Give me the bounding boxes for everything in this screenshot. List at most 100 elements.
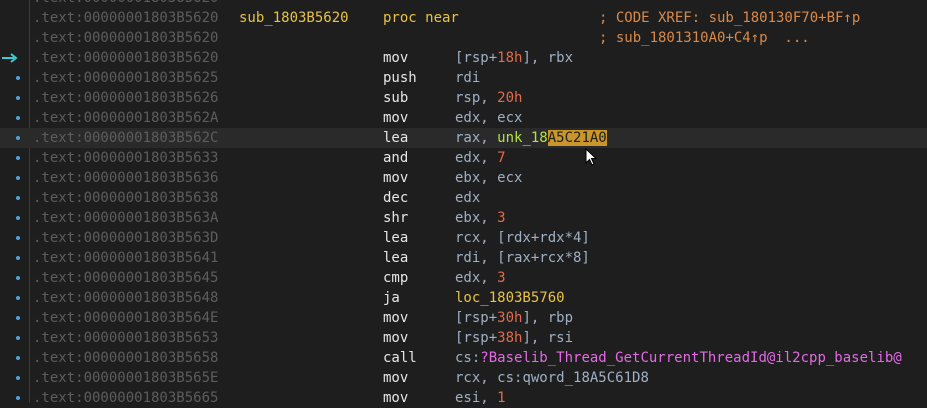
instruction-mnemonic: ja <box>383 290 400 306</box>
mouse-cursor-icon <box>585 148 598 166</box>
instruction-operands[interactable]: [rsp+18h], rbx <box>455 48 573 68</box>
operand-token: rax, <box>455 130 498 146</box>
instruction-operands[interactable]: rsp, 20h <box>455 88 522 108</box>
listing-row[interactable]: .text:00000001803B5658 call cs:?Baselib_Th… <box>0 348 927 368</box>
instruction-operands[interactable]: esi, 1 <box>455 388 506 408</box>
operand-token: 1 <box>497 390 506 406</box>
instruction-mnemonic: mov <box>383 390 409 406</box>
breakpoint-dot-icon[interactable] <box>16 256 20 260</box>
listing-row[interactable]: .text:00000001803B563D lea rcx, [rdx+rdx*4… <box>0 228 927 248</box>
operand-token[interactable]: ?Baselib_Thread_GetCurrentThreadId@il2cp… <box>480 350 901 366</box>
listing-row[interactable]: .text:00000001803B5620 sub_1803B5620 proc … <box>0 8 927 28</box>
breakpoint-dot-icon[interactable] <box>16 316 20 320</box>
listing-row[interactable]: .text:00000001803B5626 sub rsp, 20h <box>0 88 927 108</box>
instruction-mnemonic: lea <box>383 230 409 246</box>
row-address: .text:00000001803B5665 <box>33 390 219 406</box>
instruction-operands[interactable]: loc_1803B5760 <box>455 288 565 308</box>
listing-row[interactable]: .text:00000001803B5638 dec edx <box>0 188 927 208</box>
instruction-operands[interactable]: edx <box>455 188 480 208</box>
breakpoint-dot-icon[interactable] <box>16 156 20 160</box>
instruction-operands[interactable]: ebx, 3 <box>455 208 506 228</box>
instruction-operands[interactable]: rcx, cs:qword_18A5C61D8 <box>455 368 649 388</box>
operand-token[interactable]: A5C21A0 <box>547 130 607 146</box>
operand-token: rdi <box>455 70 481 86</box>
instruction-operands[interactable]: rdi <box>455 68 480 88</box>
row-address: .text:00000001803B563D <box>33 230 219 246</box>
row-address: .text:00000001803B5625 <box>33 70 219 86</box>
breakpoint-dot-icon[interactable] <box>16 376 20 380</box>
listing-row[interactable]: .text:00000001803B5641 lea rdi, [rax+rcx*8… <box>0 248 927 268</box>
row-address: .text:00000001803B5648 <box>33 290 219 306</box>
listing-row[interactable]: .text:00000001803B5636 mov ebx, ecx <box>0 168 927 188</box>
instruction-operands[interactable]: [rsp+38h], rsi <box>455 328 573 348</box>
listing-row[interactable]: .text:00000001803B5620 ; sub_1801310A0+C4… <box>0 28 927 48</box>
breakpoint-dot-icon[interactable] <box>16 96 20 100</box>
row-address: .text:00000001803B562A <box>33 110 219 126</box>
instruction-operands[interactable]: [rsp+30h], rbp <box>455 308 573 328</box>
operand-token: edx, <box>455 270 498 286</box>
instruction-mnemonic: call <box>383 350 417 366</box>
listing-row[interactable]: .text:00000001803B562C lea rax, unk_18A5C2… <box>0 128 927 148</box>
row-address: .text:00000001803B5620 <box>33 30 219 46</box>
instruction-mnemonic: mov <box>383 310 409 326</box>
breakpoint-dot-icon[interactable] <box>16 276 20 280</box>
instruction-mnemonic: and <box>383 150 409 166</box>
instruction-mnemonic: mov <box>383 50 409 66</box>
breakpoint-dot-icon[interactable] <box>16 116 20 120</box>
breakpoint-dot-icon[interactable] <box>16 196 20 200</box>
operand-token: 18h <box>497 50 523 66</box>
listing-row[interactable]: .text:00000001803B565E mov rcx, cs:qword_1… <box>0 368 927 388</box>
instruction-operands[interactable]: rax, unk_18A5C21A0 <box>455 128 607 148</box>
instruction-operands[interactable]: cs:?Baselib_Thread_GetCurrentThreadId@il… <box>455 348 902 368</box>
instruction-mnemonic: mov <box>383 330 409 346</box>
breakpoint-dot-icon[interactable] <box>16 216 20 220</box>
operand-token: rdi, [rax+rcx*8] <box>455 250 590 266</box>
row-address: .text:00000001803B5626 <box>33 90 219 106</box>
breakpoint-dot-icon[interactable] <box>16 76 20 80</box>
listing-row[interactable]: .text:0000000180385620 <box>0 0 927 8</box>
instruction-operands[interactable]: ebx, ecx <box>455 168 522 188</box>
listing-row[interactable]: .text:00000001803B5620 mov [rsp+18h], rbx <box>0 48 927 68</box>
instruction-operands[interactable]: edx, 7 <box>455 148 506 168</box>
listing-row[interactable]: .text:00000001803B5665 mov esi, 1 <box>0 388 927 408</box>
instruction-mnemonic: push <box>383 70 417 86</box>
instruction-operands[interactable]: edx, ecx <box>455 108 522 128</box>
listing-row[interactable]: .text:00000001803B5653 mov [rsp+38h], rsi <box>0 328 927 348</box>
instruction-mnemonic: mov <box>383 170 409 186</box>
listing-row[interactable]: .text:00000001803B562A mov edx, ecx <box>0 108 927 128</box>
operand-token: 20h <box>497 90 523 106</box>
instruction-mnemonic: cmp <box>383 270 409 286</box>
operand-token: ], rsi <box>522 330 574 346</box>
listing-row[interactable]: .text:00000001803B5625 push rdi <box>0 68 927 88</box>
breakpoint-dot-icon[interactable] <box>16 136 20 140</box>
listing-row[interactable]: .text:00000001803B5645 cmp edx, 3 <box>0 268 927 288</box>
operand-token[interactable]: unk_18 <box>497 130 548 146</box>
instruction-operands[interactable]: rcx, [rdx+rdx*4] <box>455 228 590 248</box>
operand-token: ], rbp <box>522 310 574 326</box>
instruction-operands[interactable]: edx, 3 <box>455 268 506 288</box>
listing-row[interactable]: .text:00000001803B5633 and edx, 7 <box>0 148 927 168</box>
operand-token: [rsp+ <box>455 50 498 66</box>
disassembly-listing[interactable]: .text:0000000180385620.text:00000001803B… <box>0 0 927 408</box>
instruction-operands[interactable]: rdi, [rax+rcx*8] <box>455 248 590 268</box>
breakpoint-dot-icon[interactable] <box>16 236 20 240</box>
operand-token: ], <box>522 50 548 66</box>
instruction-mnemonic: proc near <box>383 10 459 26</box>
operand-token: [rsp+ <box>455 330 498 346</box>
operand-token: rcx, [rdx+rdx*4] <box>455 230 590 246</box>
listing-row[interactable]: .text:00000001803B5648 ja loc_1803B5760 <box>0 288 927 308</box>
operand-token: esi, <box>455 390 498 406</box>
operand-token: rsp, <box>455 90 498 106</box>
operand-token[interactable]: loc_1803B5760 <box>455 290 565 306</box>
instruction-mnemonic: dec <box>383 190 409 206</box>
breakpoint-dot-icon[interactable] <box>16 356 20 360</box>
breakpoint-dot-icon[interactable] <box>16 336 20 340</box>
xref-comment: ; sub_1801310A0+C4↑p ... <box>599 30 810 46</box>
breakpoint-dot-icon[interactable] <box>16 396 20 400</box>
breakpoint-dot-icon[interactable] <box>16 296 20 300</box>
function-label[interactable]: sub_1803B5620 <box>239 8 349 28</box>
listing-row[interactable]: .text:00000001803B564E mov [rsp+30h], rbp <box>0 308 927 328</box>
operand-token: edx <box>455 190 481 206</box>
breakpoint-dot-icon[interactable] <box>16 176 20 180</box>
listing-row[interactable]: .text:00000001803B563A shr ebx, 3 <box>0 208 927 228</box>
